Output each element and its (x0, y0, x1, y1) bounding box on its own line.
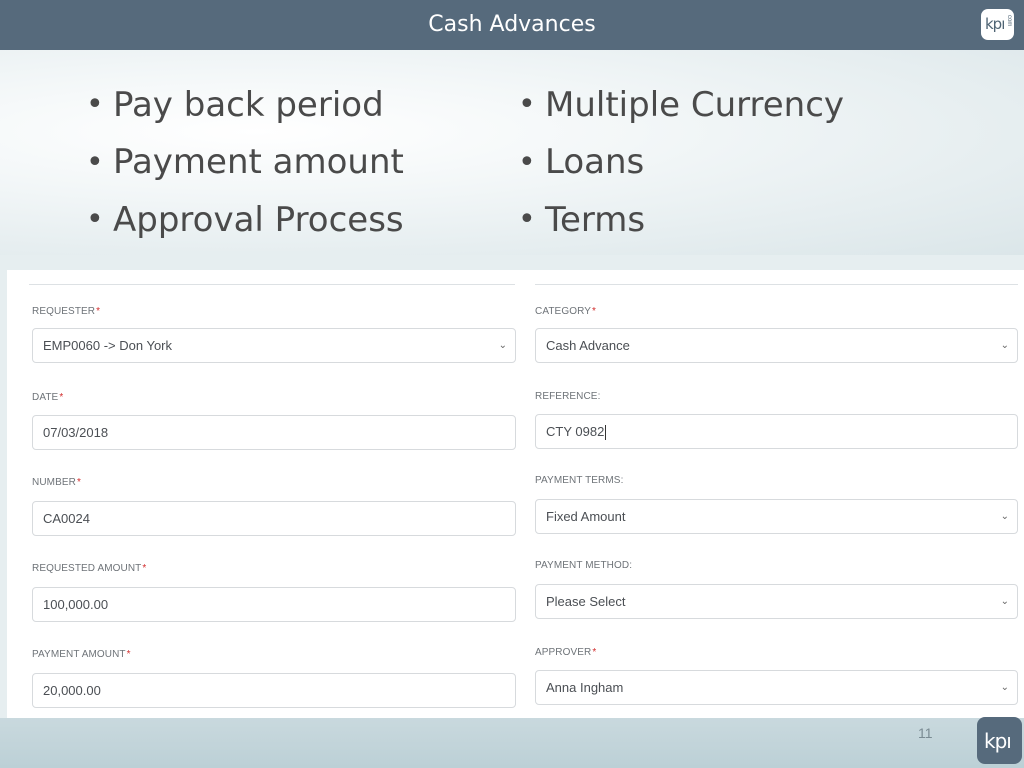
kpi-logo-bottom: kpı (977, 717, 1022, 764)
kpi-logo-text: kpı (984, 729, 1012, 753)
reference-value: CTY 0982 (546, 424, 607, 441)
required-mark: * (76, 477, 81, 488)
required-mark: * (96, 306, 101, 317)
bullet-text: Multiple Currency (545, 84, 845, 125)
bullet-item: • Approval Process (86, 191, 404, 249)
payment-terms-select[interactable]: Fixed Amount ⌄ (535, 499, 1018, 534)
bullet-list-left: • Pay back period • Payment amount • Approv… (86, 76, 404, 249)
requested-amount-value: 100,000.00 (43, 597, 109, 612)
bullet-text: Payment amount (113, 142, 404, 183)
reference-input[interactable]: CTY 0982 (535, 414, 1018, 449)
divider (29, 284, 515, 285)
bullet-text: Terms (545, 199, 646, 240)
number-input[interactable]: CA0024 (32, 501, 516, 536)
approver-select[interactable]: Anna Ingham ⌄ (535, 670, 1018, 705)
bullet-dot: • (86, 202, 104, 238)
reference-label: REFERENCE: (535, 391, 601, 402)
footer-bar (0, 718, 1024, 768)
bullet-item: • Terms (518, 191, 844, 249)
bullet-list-right: • Multiple Currency • Loans • Terms (518, 76, 844, 249)
bullet-item: • Loans (518, 134, 844, 192)
payment-amount-input[interactable]: 20,000.00 (32, 673, 516, 708)
chevron-down-icon: ⌄ (1000, 340, 1009, 351)
bullet-dot: • (518, 87, 536, 123)
payment-terms-value: Fixed Amount (546, 509, 626, 524)
required-mark: * (592, 306, 596, 317)
required-mark: * (592, 647, 597, 658)
payment-method-value: Please Select (546, 594, 626, 609)
bullet-text: Approval Process (113, 199, 404, 240)
approver-label: APPROVER* (535, 647, 597, 658)
label-suffix: : (629, 560, 633, 571)
approver-value: Anna Ingham (546, 680, 624, 695)
kpi-logo-top: kpı com (981, 9, 1014, 40)
required-mark: * (142, 563, 147, 574)
number-label: NUMBER* (32, 477, 81, 488)
label-suffix: : (620, 475, 624, 486)
kpi-logo-sub: com (1006, 15, 1012, 27)
cash-advance-form: REQUESTER* EMP0060 -> Don York ⌄ DATE* 0… (7, 270, 1024, 718)
bullet-dot: • (86, 144, 104, 180)
slide-title: Cash Advances (428, 12, 596, 37)
date-label: DATE* (32, 392, 64, 403)
payment-amount-label: PAYMENT AMOUNT* (32, 649, 131, 660)
requested-amount-input[interactable]: 100,000.00 (32, 587, 516, 622)
bullet-item: • Multiple Currency (518, 76, 844, 134)
bullet-dot: • (86, 87, 104, 123)
date-value: 07/03/2018 (43, 425, 109, 440)
requested-amount-label: REQUESTED AMOUNT* (32, 563, 147, 574)
kpi-logo-text: kpı (985, 15, 1005, 33)
payment-method-select[interactable]: Please Select ⌄ (535, 584, 1018, 619)
number-value: CA0024 (43, 511, 90, 526)
bullet-item: • Payment amount (86, 134, 404, 192)
category-value: Cash Advance (546, 338, 630, 353)
bullet-item: • Pay back period (86, 76, 404, 134)
bullet-text: Pay back period (113, 84, 384, 125)
payment-terms-label: PAYMENT TERMS: (535, 475, 624, 486)
payment-amount-value: 20,000.00 (43, 683, 101, 698)
label-suffix: : (597, 391, 601, 402)
text-cursor (605, 425, 607, 441)
chevron-down-icon: ⌄ (1000, 682, 1009, 693)
requester-label: REQUESTER* (32, 306, 101, 317)
chevron-down-icon: ⌄ (498, 340, 507, 351)
requester-select[interactable]: EMP0060 -> Don York ⌄ (32, 328, 516, 363)
bullet-dot: • (518, 144, 536, 180)
divider (535, 284, 1018, 285)
page-number: 11 (918, 725, 933, 741)
category-select[interactable]: Cash Advance ⌄ (535, 328, 1018, 363)
chevron-down-icon: ⌄ (1000, 511, 1009, 522)
bullet-area: • Pay back period • Payment amount • Approv… (0, 50, 1024, 255)
category-label: CATEGORY* (535, 306, 596, 317)
bullet-text: Loans (545, 142, 645, 183)
requester-value: EMP0060 -> Don York (43, 338, 172, 353)
bullet-dot: • (518, 202, 536, 238)
required-mark: * (126, 649, 131, 660)
payment-method-label: PAYMENT METHOD: (535, 560, 633, 571)
required-mark: * (59, 392, 64, 403)
date-input[interactable]: 07/03/2018 (32, 415, 516, 450)
chevron-down-icon: ⌄ (1000, 596, 1009, 607)
